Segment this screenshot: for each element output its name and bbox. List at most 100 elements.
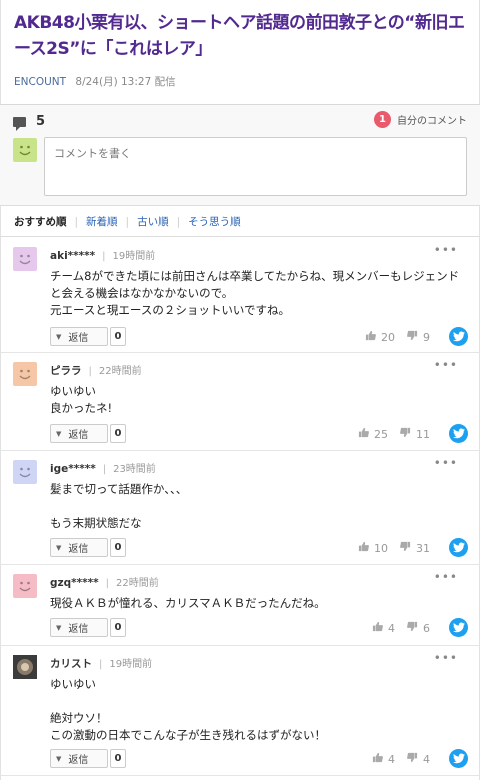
comment-time: 23時間前 <box>113 464 156 475</box>
disagree-button[interactable]: 6 <box>407 621 430 635</box>
vote-controls: 25 11 <box>346 427 430 441</box>
reply-button[interactable]: ▼ 返信 <box>50 327 108 346</box>
divider: | <box>102 464 107 475</box>
disagree-button[interactable]: 4 <box>407 752 430 766</box>
divider <box>0 104 480 105</box>
comment-input[interactable]: コメントを書く <box>44 137 467 196</box>
divider: | <box>99 659 103 670</box>
vote-controls: 4 4 <box>360 752 430 766</box>
disagree-count: 6 <box>423 621 430 635</box>
more-options-icon[interactable]: ••• <box>434 456 458 470</box>
divider: | <box>105 578 109 589</box>
vote-controls: 4 6 <box>360 621 430 635</box>
comment-body: ゆいゆい 絶対ウソ！ この激動の日本でこんな子が生き残れるはずがない！ <box>50 677 326 742</box>
user-avatar[interactable] <box>13 362 37 386</box>
reply-button[interactable]: ▼ 返信 <box>50 538 108 557</box>
my-comments-badge: 1 <box>374 111 391 128</box>
twitter-share-button[interactable] <box>449 538 468 557</box>
my-comments-link[interactable]: 1 自分のコメント <box>374 111 467 128</box>
my-comments-label: 自分のコメント <box>397 116 467 127</box>
reply-button[interactable]: ▼ 返信 <box>50 424 108 443</box>
comment-body: ゆいゆい 良かったネ! <box>50 384 113 415</box>
reply-count: 0 <box>110 424 126 443</box>
article-title[interactable]: AKB48小栗有以、ショートヘア話題の前田敦子との“新旧エース2S”に「これはレ… <box>14 10 469 62</box>
sort-tab-recommended[interactable]: おすすめ順 <box>14 214 67 229</box>
comment-username[interactable]: ピララ <box>50 365 82 377</box>
comment-time: 22時間前 <box>115 578 159 589</box>
agree-count: 10 <box>374 541 388 555</box>
agree-button[interactable]: 25 <box>358 427 388 441</box>
comment-body: 現役ＡＫＢが憧れる、カリスマＡＫＢだったんだね。 <box>50 596 326 610</box>
article-meta: ENCOUNT 8/24(月) 13:27 配信 <box>14 74 176 89</box>
disagree-count: 31 <box>416 541 430 555</box>
twitter-icon <box>452 749 465 768</box>
twitter-share-button[interactable] <box>449 424 468 443</box>
smiley-icon <box>19 369 31 380</box>
sort-tab-agree[interactable]: そう思う順 <box>188 214 241 229</box>
chevron-down-icon: ▼ <box>56 332 62 341</box>
photo-avatar-icon <box>13 655 37 679</box>
comment-item: gzq***** | 22時間前 ••• 現役ＡＫＢが憧れる、カリスマＡＫＢだったん… <box>0 565 480 646</box>
comment-username[interactable]: aki***** <box>50 250 95 262</box>
agree-button[interactable]: 10 <box>358 541 388 555</box>
comment-username[interactable]: カリスト <box>50 658 92 670</box>
divider: | <box>176 215 181 228</box>
disagree-count: 4 <box>423 752 430 766</box>
sort-tab-newest[interactable]: 新着順 <box>86 214 118 229</box>
agree-count: 4 <box>388 752 395 766</box>
comment-item: ige***** | 23時間前 ••• 髪まで切って話題作か、、、 もう末期状態だ… <box>0 451 480 565</box>
reply-button[interactable]: ▼ 返信 <box>50 618 108 637</box>
disagree-button[interactable]: 31 <box>400 541 430 555</box>
comment-username[interactable]: gzq***** <box>50 577 99 589</box>
divider: | <box>88 366 92 377</box>
agree-button[interactable]: 4 <box>372 621 395 635</box>
vote-controls: 10 31 <box>346 541 430 555</box>
thumbs-down-icon <box>400 541 416 555</box>
more-options-icon[interactable]: ••• <box>434 570 458 584</box>
reply-count: 0 <box>110 749 126 768</box>
agree-button[interactable]: 4 <box>372 752 395 766</box>
comment-username[interactable]: ige***** <box>50 463 96 475</box>
reply-button[interactable]: ▼ 返信 <box>50 749 108 768</box>
article-date: 8/24(月) 13:27 配信 <box>75 76 176 88</box>
twitter-share-button[interactable] <box>449 749 468 768</box>
user-avatar[interactable] <box>13 655 37 679</box>
divider: | <box>125 215 130 228</box>
user-avatar[interactable] <box>13 460 37 484</box>
chevron-down-icon: ▼ <box>56 623 62 632</box>
agree-button[interactable]: 20 <box>365 330 395 344</box>
twitter-icon <box>452 424 465 443</box>
user-avatar[interactable] <box>13 247 37 271</box>
article-source[interactable]: ENCOUNT <box>14 76 66 88</box>
thumbs-down-icon <box>407 752 423 766</box>
more-options-icon[interactable]: ••• <box>434 651 458 665</box>
comment-body: 髪まで切って話題作か、、、 もう末期状態だな <box>50 482 188 530</box>
agree-count: 20 <box>381 330 395 344</box>
thumbs-up-icon <box>358 427 374 441</box>
divider: | <box>102 251 106 262</box>
twitter-share-button[interactable] <box>449 618 468 637</box>
vote-controls: 20 9 <box>353 330 430 344</box>
comment-header: aki***** | 19時間前 <box>50 247 155 262</box>
reply-control: ▼ 返信 0 <box>50 538 126 557</box>
sort-tab-oldest[interactable]: 古い順 <box>137 214 169 229</box>
my-avatar <box>13 138 37 162</box>
disagree-button[interactable]: 11 <box>400 427 430 441</box>
disagree-button[interactable]: 9 <box>407 330 430 344</box>
reply-control: ▼ 返信 0 <box>50 424 126 443</box>
thumbs-up-icon <box>372 621 388 635</box>
twitter-icon <box>452 618 465 637</box>
reply-label: 返信 <box>68 624 89 635</box>
thumbs-up-icon <box>365 330 381 344</box>
twitter-share-button[interactable] <box>449 327 468 346</box>
chevron-down-icon: ▼ <box>56 429 62 438</box>
user-avatar[interactable] <box>13 574 37 598</box>
comment-icon <box>13 117 26 131</box>
comment-item: ピララ | 22時間前 ••• ゆいゆい 良かったネ! ▼ 返信 0 25 11 <box>0 353 480 451</box>
more-options-icon[interactable]: ••• <box>434 243 458 257</box>
more-options-icon[interactable]: ••• <box>434 358 458 372</box>
reply-control: ▼ 返信 0 <box>50 749 126 768</box>
disagree-count: 11 <box>416 427 430 441</box>
divider: | <box>74 215 79 228</box>
thumbs-up-icon <box>372 752 388 766</box>
